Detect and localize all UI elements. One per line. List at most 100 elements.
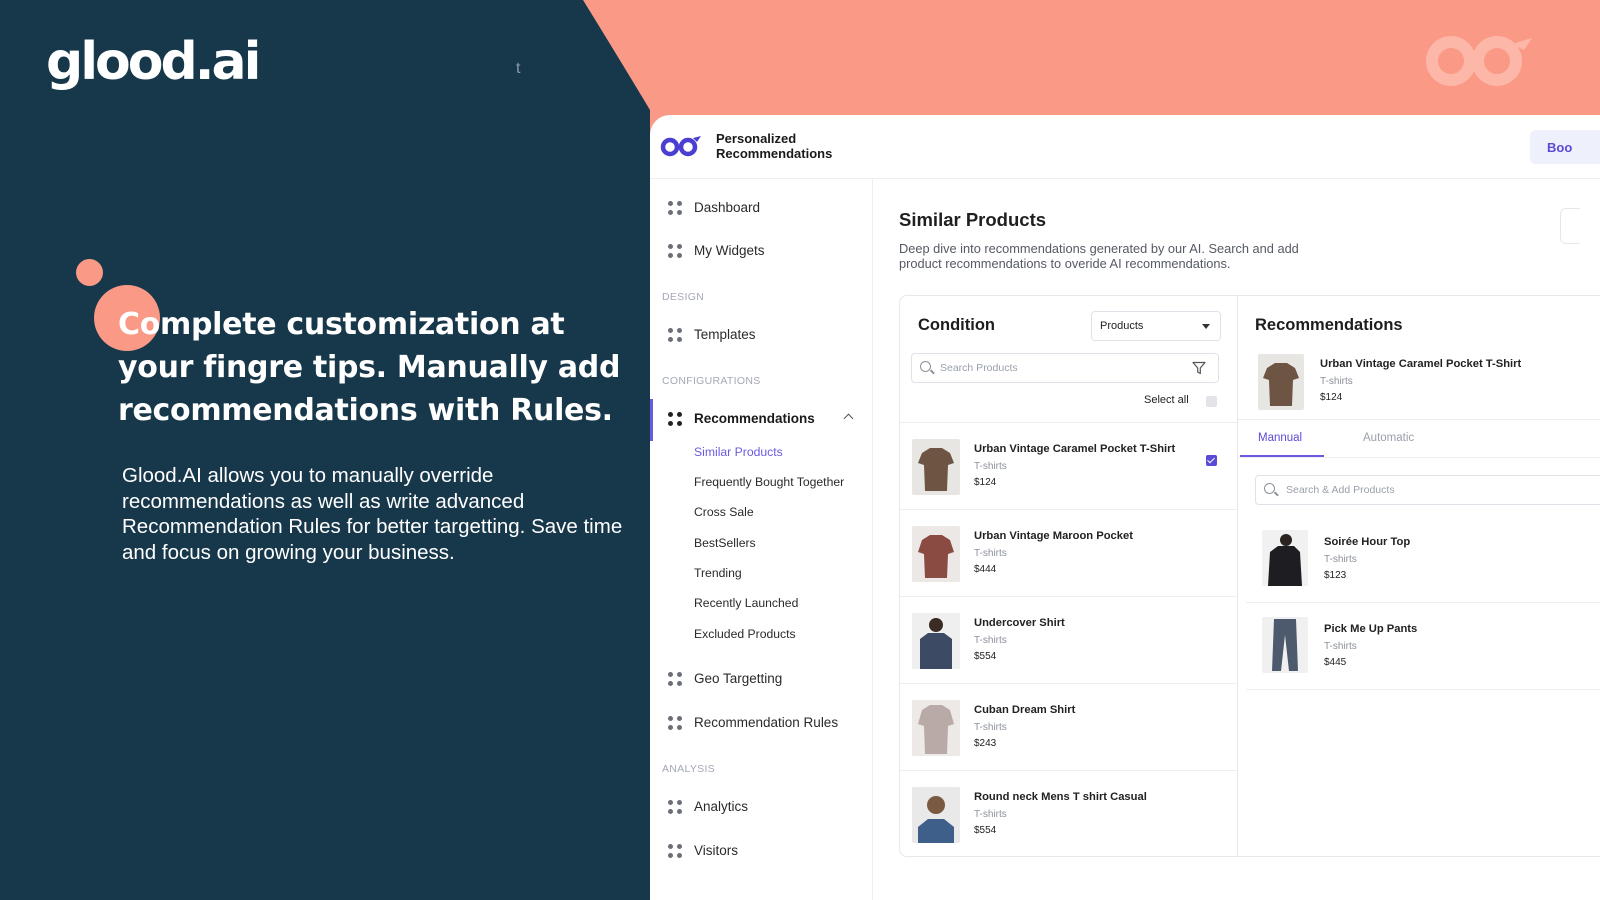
product-price: $124 (974, 477, 997, 488)
sidebar-subitem-similar-products[interactable]: Similar Products (694, 445, 783, 459)
product-name: Urban Vintage Maroon Pocket (974, 530, 1133, 542)
product-row[interactable]: Urban Vintage Maroon Pocket T-shirts $44… (900, 509, 1238, 596)
sidebar-item-recommendation-rules[interactable]: Recommendation Rules (668, 715, 838, 730)
product-row[interactable]: Urban Vintage Caramel Pocket T-Shirt T-s… (900, 422, 1238, 509)
sidebar-item-my-widgets[interactable]: My Widgets (668, 243, 765, 258)
marketing-subcopy: Glood.AI allows you to manually override… (122, 464, 623, 564)
search-icon (1264, 483, 1275, 494)
product-category: T-shirts (974, 461, 1007, 472)
condition-title: Condition (918, 316, 995, 334)
sidebar-item-analytics[interactable]: Analytics (668, 799, 748, 814)
search-add-products-input[interactable]: Search & Add Products (1255, 475, 1600, 505)
decorative-dot-small (76, 259, 103, 286)
chevron-up-icon[interactable] (843, 413, 854, 424)
condition-type-select[interactable]: Products (1091, 311, 1221, 341)
product-name: Round neck Mens T shirt Casual (974, 791, 1147, 803)
recommendations-grid-icon (668, 411, 682, 426)
product-price: $243 (974, 738, 997, 749)
caret-down-icon (1202, 324, 1210, 329)
product-row[interactable]: Undercover Shirt T-shirts $554 (900, 596, 1238, 683)
sidebar-item-geo-targetting[interactable]: Geo Targetting (668, 671, 782, 686)
app-header: Personalized Recommendations Boo (650, 115, 1600, 179)
product-row[interactable]: Cuban Dream Shirt T-shirts $243 (900, 683, 1238, 770)
section-label-design: DESIGN (662, 291, 705, 303)
app-logo-icon[interactable] (660, 135, 702, 159)
product-price: $123 (1324, 570, 1347, 581)
product-thumbnail-caramel-tshirt (912, 439, 960, 495)
tab-divider (1238, 457, 1600, 458)
recommended-product-row[interactable]: Soirée Hour Top T-shirts $123 (1246, 516, 1600, 603)
sidebar-subitem-excluded-products[interactable]: Excluded Products (694, 627, 796, 641)
recommended-product-row[interactable]: Pick Me Up Pants T-shirts $445 (1246, 603, 1600, 690)
product-thumbnail-cuban-dream-shirt (912, 700, 960, 756)
stray-character: t (516, 60, 521, 77)
recommendations-panel: Recommendations Urban Vintage Caramel Po… (1237, 295, 1600, 857)
dashboard-grid-icon (668, 200, 682, 215)
selected-product-thumbnail (1258, 354, 1304, 410)
product-thumbnail-pick-me-up-pants (1262, 617, 1308, 673)
search-products-input[interactable]: Search Products (911, 353, 1219, 383)
active-indicator (650, 399, 653, 441)
sidebar-subitem-recently-launched[interactable]: Recently Launched (694, 596, 798, 610)
sidebar-subitem-frequently-bought-together[interactable]: Frequently Bought Together (694, 475, 844, 489)
sidebar-item-recommendations[interactable]: Recommendations (668, 411, 815, 426)
tab-automatic[interactable]: Automatic (1363, 432, 1414, 444)
product-row[interactable]: Round neck Mens T shirt Casual T-shirts … (900, 770, 1238, 857)
product-price: $124 (1320, 392, 1343, 403)
sidebar-item-label: Visitors (694, 843, 739, 858)
brand-logo: glood.ai (46, 32, 261, 92)
analytics-grid-icon (668, 799, 682, 814)
selected-product: Urban Vintage Caramel Pocket T-Shirt T-s… (1238, 346, 1600, 420)
product-checkbox[interactable] (1206, 455, 1217, 466)
product-category: T-shirts (974, 635, 1007, 646)
select-all-checkbox[interactable] (1206, 396, 1217, 407)
sidebar: Dashboard My Widgets DESIGN Templates CO… (650, 179, 873, 900)
product-category: T-shirts (974, 548, 1007, 559)
section-label-configurations: CONFIGURATIONS (662, 375, 761, 387)
header-action-button[interactable]: Boo (1530, 130, 1600, 164)
condition-panel: Condition Products Search Products Selec… (899, 295, 1238, 857)
sidebar-item-label: Templates (694, 327, 756, 342)
search-placeholder: Search & Add Products (1286, 484, 1395, 496)
sidebar-subitem-cross-sale[interactable]: Cross Sale (694, 505, 754, 519)
app-title: Personalized Recommendations (716, 131, 833, 161)
tab-manual[interactable]: Mannual (1258, 432, 1302, 444)
product-name: Pick Me Up Pants (1324, 623, 1418, 635)
widgets-grid-icon (668, 243, 682, 258)
sidebar-item-label: My Widgets (694, 243, 765, 258)
sidebar-item-label: Recommendation Rules (694, 715, 839, 730)
recommendations-title: Recommendations (1255, 316, 1403, 334)
sidebar-subitem-bestsellers[interactable]: BestSellers (694, 536, 756, 550)
section-label-analysis: ANALYSIS (662, 763, 715, 775)
product-name: Undercover Shirt (974, 617, 1065, 629)
sidebar-item-templates[interactable]: Templates (668, 327, 756, 342)
product-category: T-shirts (1320, 376, 1353, 387)
product-thumbnail-soiree-hour-top (1262, 530, 1308, 586)
select-value: Products (1100, 320, 1144, 332)
product-thumbnail-round-neck-tshirt (912, 787, 960, 843)
sidebar-item-label: Geo Targetting (694, 671, 783, 686)
product-category: T-shirts (1324, 554, 1357, 565)
product-category: T-shirts (974, 722, 1007, 733)
sidebar-subitem-trending[interactable]: Trending (694, 566, 742, 580)
page-action-button-stub[interactable] (1560, 208, 1580, 244)
product-category: T-shirts (1324, 641, 1357, 652)
product-price: $554 (974, 651, 997, 662)
product-price: $445 (1324, 657, 1347, 668)
product-name: Soirée Hour Top (1324, 536, 1411, 548)
sidebar-item-visitors[interactable]: Visitors (668, 843, 738, 858)
search-placeholder: Search Products (940, 362, 1018, 374)
visitors-grid-icon (668, 843, 682, 858)
templates-grid-icon (668, 327, 682, 342)
select-all-label: Select all (1144, 394, 1189, 406)
product-name: Urban Vintage Caramel Pocket T-Shirt (974, 443, 1176, 455)
page-title: Similar Products (899, 209, 1047, 230)
product-name: Urban Vintage Caramel Pocket T-Shirt (1320, 358, 1522, 370)
page-description: Deep dive into recommendations generated… (899, 241, 1299, 271)
filter-icon[interactable] (1192, 361, 1206, 375)
product-thumbnail-maroon-pocket (912, 526, 960, 582)
sidebar-item-dashboard[interactable]: Dashboard (668, 200, 760, 215)
marketing-headline: Complete customization at your fingre ti… (118, 307, 621, 428)
sidebar-item-label: Recommendations (694, 411, 815, 426)
geo-grid-icon (668, 671, 682, 686)
